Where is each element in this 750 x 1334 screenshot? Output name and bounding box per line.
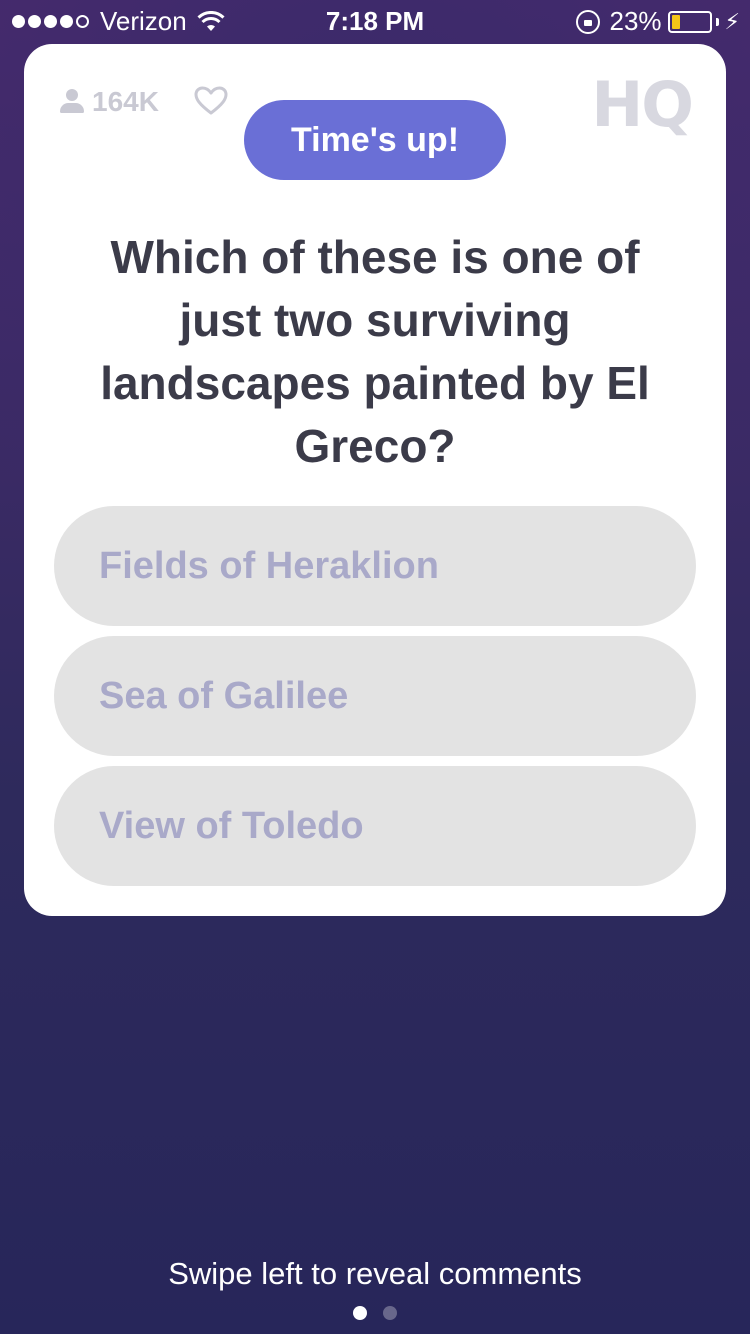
- answer-option-1[interactable]: Fields of Heraklion: [54, 506, 696, 626]
- person-icon-head: [66, 89, 78, 101]
- status-bar: Verizon 7:18 PM 23% ⚡: [0, 0, 750, 40]
- swipe-hint: Swipe left to reveal comments: [168, 1256, 582, 1291]
- hq-logo: HQ: [591, 68, 694, 141]
- charging-bolt-icon: ⚡: [724, 8, 740, 34]
- status-right: 23% ⚡: [575, 6, 740, 37]
- battery-percentage: 23%: [609, 6, 662, 36]
- heart-icon[interactable]: [194, 86, 228, 116]
- page-dot-2[interactable]: [383, 1306, 397, 1320]
- orientation-lock-icon: [575, 9, 600, 34]
- answer-option-2[interactable]: Sea of Galilee: [54, 636, 696, 756]
- viewer-count-label: 164K: [92, 86, 159, 117]
- page-indicator[interactable]: [0, 1306, 750, 1320]
- question-card: 164K HQ Time's up! Which of these is one…: [24, 44, 726, 916]
- page-dot-1[interactable]: [353, 1306, 367, 1320]
- battery-icon: [667, 10, 712, 33]
- battery-nub: [715, 17, 719, 26]
- person-icon: [60, 89, 84, 115]
- times-up-badge: Time's up!: [244, 100, 506, 180]
- viewer-count: 164K: [60, 86, 159, 118]
- person-icon-body: [60, 103, 84, 113]
- answer-option-3[interactable]: View of Toledo: [54, 766, 696, 886]
- battery-fill: [671, 14, 680, 29]
- question-text: Which of these is one of just two surviv…: [100, 231, 650, 472]
